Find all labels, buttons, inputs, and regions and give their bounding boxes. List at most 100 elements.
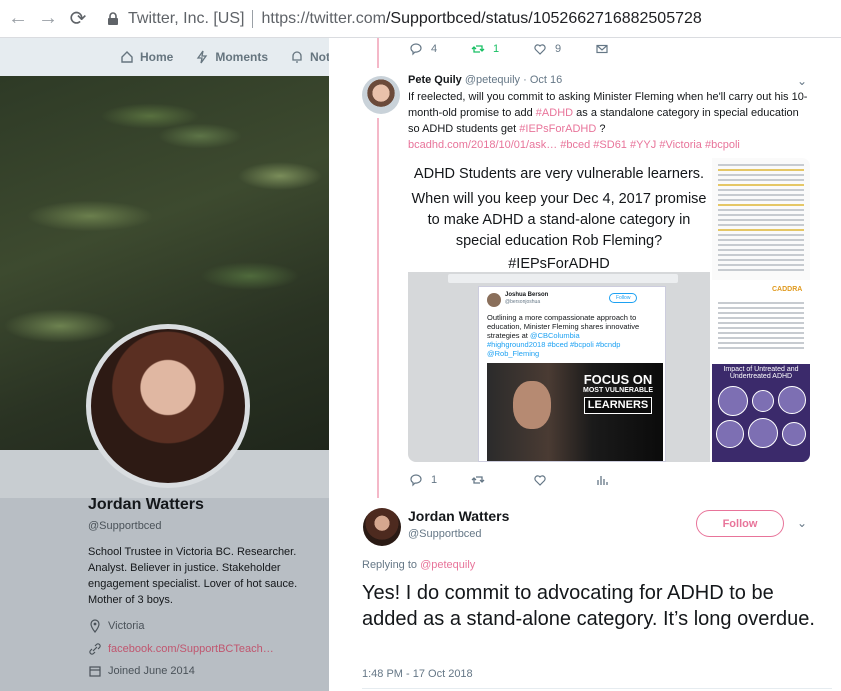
quoted-reply-action[interactable]: 1: [409, 473, 471, 487]
reply-icon: [410, 43, 422, 56]
nav-moments[interactable]: Moments: [195, 50, 268, 64]
reply-action[interactable]: 4: [409, 42, 471, 56]
chevron-down-icon[interactable]: ⌄: [797, 516, 807, 530]
media-document-image[interactable]: [712, 158, 810, 280]
retweet-action[interactable]: 1: [471, 42, 533, 56]
tweet-header: Pete Quily @petequily · Oct 16: [408, 74, 562, 86]
impact-bubble-2: [752, 390, 774, 412]
profile-background: Home Moments Notifi Jordan Watters @Supp…: [0, 38, 330, 691]
embedded-address-bar: [448, 274, 678, 283]
heart-icon: [534, 475, 546, 486]
hashtag-iepsforadhd[interactable]: #IEPsForADHD: [519, 123, 596, 135]
forward-icon[interactable]: →: [36, 7, 60, 31]
top-navigation: Home Moments Notifi: [0, 38, 330, 76]
embedded-author-name: Joshua Berson: [505, 292, 549, 298]
url-host: https://twitter.com: [261, 9, 386, 27]
browser-toolbar: ← → ⟳ Twitter, Inc. [US] https://twitter…: [0, 0, 841, 38]
profile-name[interactable]: Jordan Watters: [88, 496, 204, 514]
analytics-icon: [597, 476, 608, 485]
document-lines: [718, 164, 804, 274]
reply-timestamp[interactable]: 1:48 PM - 17 Oct 2018: [362, 668, 473, 680]
tweet-media[interactable]: ADHD Students are very vulnerable learne…: [408, 158, 810, 462]
embedded-photo-line3: LEARNERS: [583, 397, 653, 414]
url-path: /Supportbced/status/1052662716882505728: [385, 9, 702, 27]
embedded-author-handle: @bersonjoshua: [505, 299, 541, 305]
thread-connector: [377, 38, 379, 68]
replying-to-handle[interactable]: @petequily: [420, 559, 475, 571]
quoted-analytics-action[interactable]: [595, 473, 657, 487]
tweet-modal: 4 1 9 Pete Quily @petequily · Oct 16 ⌄ I…: [329, 38, 841, 691]
embedded-screenshot: Joshua Berson @bersonjoshua Follow Outli…: [408, 272, 710, 462]
like-action[interactable]: 9: [533, 42, 595, 56]
caddra-lines: [718, 302, 804, 352]
profile-link[interactable]: facebook.com/SupportBCTeach…: [88, 642, 274, 656]
retweet-count: 1: [493, 43, 500, 55]
reply-author-handle[interactable]: @Supportbced: [408, 528, 509, 540]
back-icon[interactable]: ←: [6, 7, 30, 31]
impact-title: Impact of Untreated and Undertreated ADH…: [723, 366, 799, 380]
media-caddra-image[interactable]: CADDRA: [712, 282, 810, 362]
profile-bio: School Trustee in Victoria BC. Researche…: [88, 546, 298, 606]
embedded-photo-face: [513, 381, 551, 429]
replying-prefix: Replying to: [362, 559, 421, 571]
tweet-author-handle[interactable]: @petequily: [465, 74, 520, 86]
embedded-photo: FOCUS ON MOST VULNERABLE LEARNERS: [487, 363, 663, 461]
quoted-like-action[interactable]: [533, 473, 595, 487]
reply-count: 4: [431, 43, 438, 55]
lock-icon: [108, 11, 118, 25]
bell-icon: [292, 51, 302, 63]
media-impact-image[interactable]: Impact of Untreated and Undertreated ADH…: [712, 364, 810, 462]
divider: [362, 688, 832, 689]
impact-bubble-4: [716, 420, 744, 448]
nav-home[interactable]: Home: [120, 50, 173, 64]
tweet-text: If reelected, will you commit to asking …: [408, 89, 808, 153]
address-bar[interactable]: https://twitter.com/Supportbced/status/1…: [261, 10, 701, 28]
nav-home-label: Home: [140, 50, 174, 64]
retweet-icon: [471, 476, 485, 484]
media-caption: ADHD Students are very vulnerable learne…: [408, 164, 710, 275]
thread-connector-2: [377, 118, 379, 498]
quoted-retweet-action[interactable]: [471, 473, 533, 487]
location-pin-icon: [90, 619, 100, 633]
tweet-text-part3: ?: [596, 123, 606, 135]
impact-bubble-1: [718, 386, 748, 416]
embedded-photo-banner: FOCUS ON MOST VULNERABLE LEARNERS: [579, 373, 657, 414]
caddra-logo: CADDRA: [772, 286, 803, 293]
embedded-avatar: [487, 293, 501, 307]
link-icon: [89, 643, 101, 655]
media-main-image[interactable]: ADHD Students are very vulnerable learne…: [408, 158, 710, 462]
embedded-photo-line2: MOST VULNERABLE: [583, 387, 653, 394]
message-action[interactable]: [595, 42, 657, 56]
hashtag-adhd[interactable]: #ADHD: [536, 107, 573, 119]
like-count: 9: [555, 43, 562, 55]
quoted-tweet-actions: 1: [409, 473, 657, 487]
profile-joined: Joined June 2014: [88, 664, 195, 678]
impact-bubble-6: [782, 422, 806, 446]
profile-joined-text: Joined June 2014: [108, 665, 195, 677]
tweet-author-name[interactable]: Pete Quily: [408, 74, 462, 86]
embedded-follow-button: Follow: [609, 293, 638, 303]
tweet-date[interactable]: · Oct 16: [523, 74, 562, 86]
profile-avatar[interactable]: [86, 324, 250, 488]
quoted-reply-count: 1: [431, 474, 438, 486]
media-caption-line1: ADHD Students are very vulnerable learne…: [413, 166, 705, 182]
profile-handle[interactable]: @Supportbced: [88, 520, 162, 532]
reply-author-name[interactable]: Jordan Watters: [408, 508, 509, 524]
calendar-icon: [89, 666, 101, 677]
reply-avatar[interactable]: [363, 508, 401, 546]
follow-button[interactable]: Follow: [696, 510, 784, 537]
embedded-tweet-text: Outlining a more compassionate approach …: [487, 313, 659, 358]
url-separator: [252, 9, 254, 28]
reply-header: Jordan Watters @Supportbced: [408, 508, 509, 540]
replying-to: Replying to @petequily: [362, 559, 475, 571]
nav-moments-label: Moments: [215, 50, 269, 64]
nav-notifications[interactable]: Notifi: [290, 50, 330, 64]
profile-link-text[interactable]: facebook.com/SupportBCTeach…: [108, 643, 274, 655]
chevron-down-icon[interactable]: ⌄: [797, 74, 807, 88]
reload-icon[interactable]: ⟳: [66, 7, 90, 31]
reply-text: Yes! I do commit to advocating for ADHD …: [362, 582, 815, 630]
profile-location-text: Victoria: [108, 620, 145, 632]
pete-avatar[interactable]: [362, 76, 400, 114]
site-identity[interactable]: Twitter, Inc. [US]: [128, 10, 244, 28]
tweet-links-line[interactable]: bcadhd.com/2018/10/01/ask… #bced #SD61 #…: [408, 139, 740, 151]
